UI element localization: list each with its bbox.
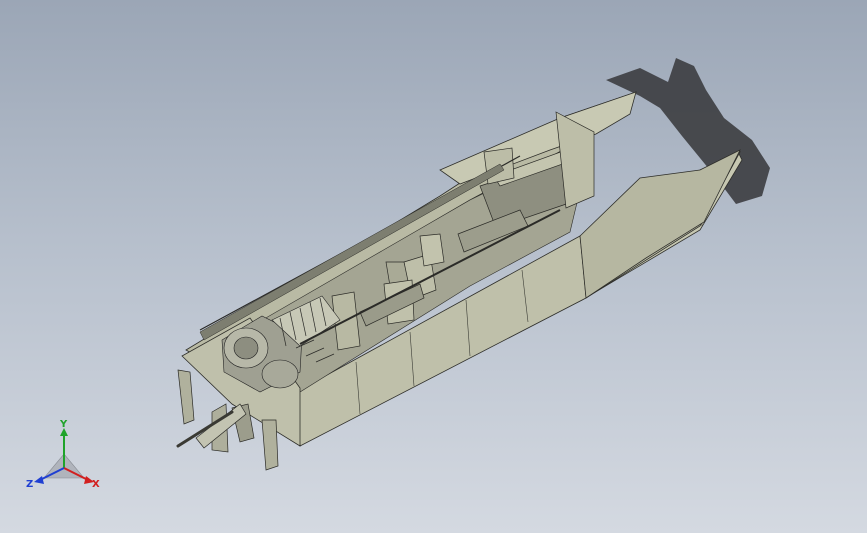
triad-z-label: Z [26,479,33,490]
3d-viewport[interactable]: Y X Z [0,0,867,533]
boat-model-render[interactable] [0,0,867,533]
bow-right [579,149,741,299]
triad-y-label: Y [59,419,68,430]
orientation-triad[interactable]: Y X Z [22,418,112,498]
triad-x-label: X [92,479,100,490]
z-arrow-icon [34,476,44,484]
